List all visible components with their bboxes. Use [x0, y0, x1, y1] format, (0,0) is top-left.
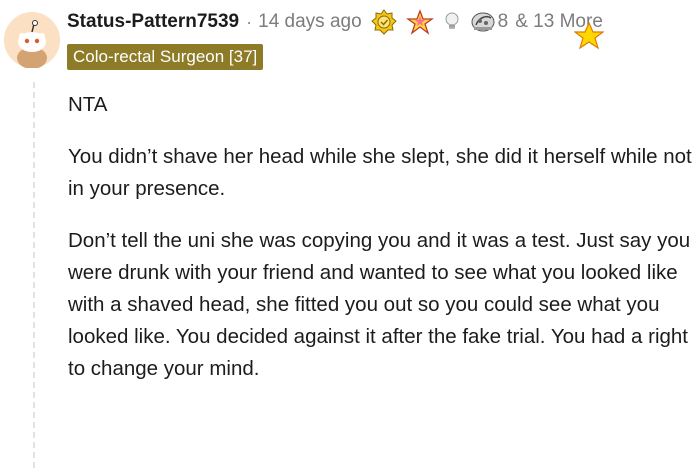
gold-award-icon[interactable]	[370, 9, 397, 35]
comment-paragraph: NTA	[68, 93, 108, 116]
lightbulb-icon[interactable]	[443, 11, 461, 33]
user-flair: Colo-rectal Surgeon [37]	[67, 44, 264, 70]
rocket-award-icon[interactable]	[470, 9, 496, 35]
comment-paragraph: Don’t tell the uni she was copying you a…	[68, 229, 691, 380]
thread-line[interactable]	[33, 82, 35, 468]
username-link[interactable]: Status-Pattern7539	[67, 11, 239, 33]
more-awards-link[interactable]: & 13 More	[515, 11, 605, 50]
star-award-icon[interactable]	[405, 9, 434, 35]
comment-paragraph: You didn’t shave her head while she slep…	[68, 145, 692, 200]
award-count: 8	[497, 11, 509, 32]
avatar[interactable]	[4, 12, 60, 69]
comment-header: Status-Pattern7539 · 14 days ago 8 & 13 …	[67, 6, 700, 50]
timestamp-link[interactable]: 14 days ago	[258, 11, 362, 33]
gold-star-icon	[573, 21, 605, 56]
comment-body: NTA You didn’t shave her head while she …	[68, 89, 693, 405]
separator-dot: ·	[246, 11, 253, 32]
